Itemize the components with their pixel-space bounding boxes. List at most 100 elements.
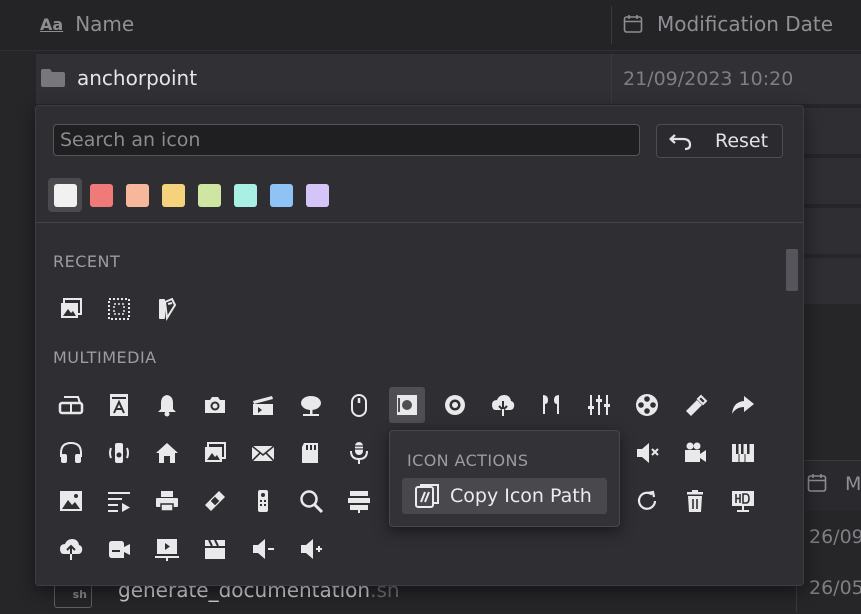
- color-swatch-fill: [161, 183, 185, 207]
- bandage-icon-cell[interactable]: [197, 483, 233, 519]
- table-header: Aa Name Modification Date: [0, 0, 861, 51]
- headphones-icon-cell[interactable]: [53, 435, 89, 471]
- usb-stick-icon: [686, 394, 708, 416]
- server-icon: [348, 491, 370, 513]
- printer-icon: [156, 491, 178, 512]
- presentation-icon-cell[interactable]: [149, 531, 185, 567]
- bell-icon-cell[interactable]: [149, 387, 185, 423]
- swatch-book-icon-cell[interactable]: [149, 291, 185, 327]
- speaker-icon-cell[interactable]: [101, 435, 137, 471]
- reset-button[interactable]: Reset: [656, 124, 783, 158]
- clapperboard-alt-icon-cell[interactable]: [197, 531, 233, 567]
- playlist-icon-cell[interactable]: [101, 483, 137, 519]
- cloud-download-icon: [492, 395, 515, 416]
- remote-icon-cell[interactable]: [245, 483, 281, 519]
- icon-search-input[interactable]: [53, 124, 640, 156]
- microphone-icon: [350, 442, 368, 464]
- tree-icon-cell[interactable]: [293, 387, 329, 423]
- clapperboard-icon-cell[interactable]: [245, 387, 281, 423]
- share-arrow-icon-cell[interactable]: [725, 387, 761, 423]
- camcorder-icon: [109, 541, 130, 558]
- scrollbar-thumb[interactable]: [786, 249, 798, 291]
- disc-icon-cell[interactable]: [437, 387, 473, 423]
- copy-icon-path-label: Copy Icon Path: [450, 485, 592, 507]
- secondary-date-text: 26/05: [809, 577, 861, 599]
- table-row-background: [803, 258, 861, 304]
- piano-icon-cell[interactable]: [725, 435, 761, 471]
- color-swatch[interactable]: [48, 178, 82, 212]
- volume-down-icon: [253, 539, 274, 559]
- bandage-icon: [205, 491, 225, 511]
- equalizer-icon: [588, 395, 610, 415]
- cloud-download-icon-cell[interactable]: [485, 387, 521, 423]
- mail-icon-cell[interactable]: [245, 435, 281, 471]
- table-row-background: [803, 208, 861, 254]
- hd-monitor-icon-cell[interactable]: [725, 483, 761, 519]
- secondary-column-header[interactable]: M: [796, 460, 861, 511]
- image-stack-icon-cell[interactable]: [197, 435, 233, 471]
- mouse-icon-cell[interactable]: [341, 387, 377, 423]
- trash-icon-cell[interactable]: [677, 483, 713, 519]
- color-swatch[interactable]: [192, 178, 226, 212]
- home-icon-cell[interactable]: [149, 435, 185, 471]
- home-icon: [156, 443, 178, 463]
- video-camera-icon: [685, 442, 706, 462]
- column-separator[interactable]: [611, 6, 612, 44]
- image-icon-cell[interactable]: [53, 483, 89, 519]
- share-arrow-icon: [732, 396, 754, 414]
- copy-path-icon: [415, 484, 439, 508]
- color-swatch[interactable]: [156, 178, 190, 212]
- column-header-name[interactable]: Aa Name: [40, 12, 134, 36]
- camcorder-icon-cell[interactable]: [101, 531, 137, 567]
- photo-frame-icon: [397, 395, 417, 415]
- icon-actions-menu: ICON ACTIONS Copy Icon Path: [389, 430, 620, 527]
- airpods-icon-cell[interactable]: [533, 387, 569, 423]
- search-icon-cell[interactable]: [293, 483, 329, 519]
- color-swatch[interactable]: [228, 178, 262, 212]
- film-reel-icon-cell[interactable]: [629, 387, 665, 423]
- printer-icon-cell[interactable]: [149, 483, 185, 519]
- microphone-icon-cell[interactable]: [341, 435, 377, 471]
- image-stack-icon: [61, 298, 82, 318]
- color-swatch-fill: [233, 183, 257, 207]
- color-swatch-fill: [89, 183, 113, 207]
- image-stack-icon-cell[interactable]: [53, 291, 89, 327]
- volume-up-icon-cell[interactable]: [293, 531, 329, 567]
- refresh-icon-cell[interactable]: [629, 483, 665, 519]
- cloud-upload-icon-cell[interactable]: [53, 531, 89, 567]
- server-icon-cell[interactable]: [341, 483, 377, 519]
- video-camera-icon-cell[interactable]: [677, 435, 713, 471]
- volume-up-icon: [301, 539, 322, 559]
- secondary-date-text: 26/09: [809, 526, 861, 548]
- color-swatch-fill: [53, 183, 77, 207]
- undo-icon: [669, 134, 692, 151]
- reset-button-label: Reset: [715, 130, 769, 152]
- headphones-icon: [60, 441, 82, 463]
- swatch-book-icon: [159, 297, 177, 321]
- vr-glasses-icon-cell[interactable]: [53, 387, 89, 423]
- volume-down-icon-cell[interactable]: [245, 531, 281, 567]
- mute-icon-cell[interactable]: [629, 435, 665, 471]
- photo-frame-icon-cell[interactable]: [389, 387, 425, 423]
- sd-card-icon-cell[interactable]: [293, 435, 329, 471]
- table-row[interactable]: anchorpoint 21/09/2023 10:20: [36, 54, 861, 104]
- usb-stick-icon-cell[interactable]: [677, 387, 713, 423]
- camera-icon-cell[interactable]: [197, 387, 233, 423]
- speaker-icon: [109, 443, 129, 463]
- color-swatch[interactable]: [84, 178, 118, 212]
- equalizer-icon-cell[interactable]: [581, 387, 617, 423]
- table-row[interactable]: sh generate_documentation.sh: [36, 578, 796, 614]
- font-file-icon-cell[interactable]: [101, 387, 137, 423]
- hd-monitor-icon: [732, 491, 754, 512]
- table-row-background: [803, 158, 861, 204]
- dotted-square-icon-cell[interactable]: [101, 291, 137, 327]
- column-header-date[interactable]: Modification Date: [623, 12, 833, 36]
- secondary-column-header-label: M: [845, 473, 861, 495]
- font-file-icon: [110, 394, 128, 416]
- color-swatch[interactable]: [300, 178, 334, 212]
- copy-icon-path-menu-item[interactable]: Copy Icon Path: [402, 478, 607, 514]
- color-swatch[interactable]: [264, 178, 298, 212]
- color-swatch[interactable]: [120, 178, 154, 212]
- image-stack-icon: [205, 442, 226, 462]
- trash-icon: [687, 490, 703, 512]
